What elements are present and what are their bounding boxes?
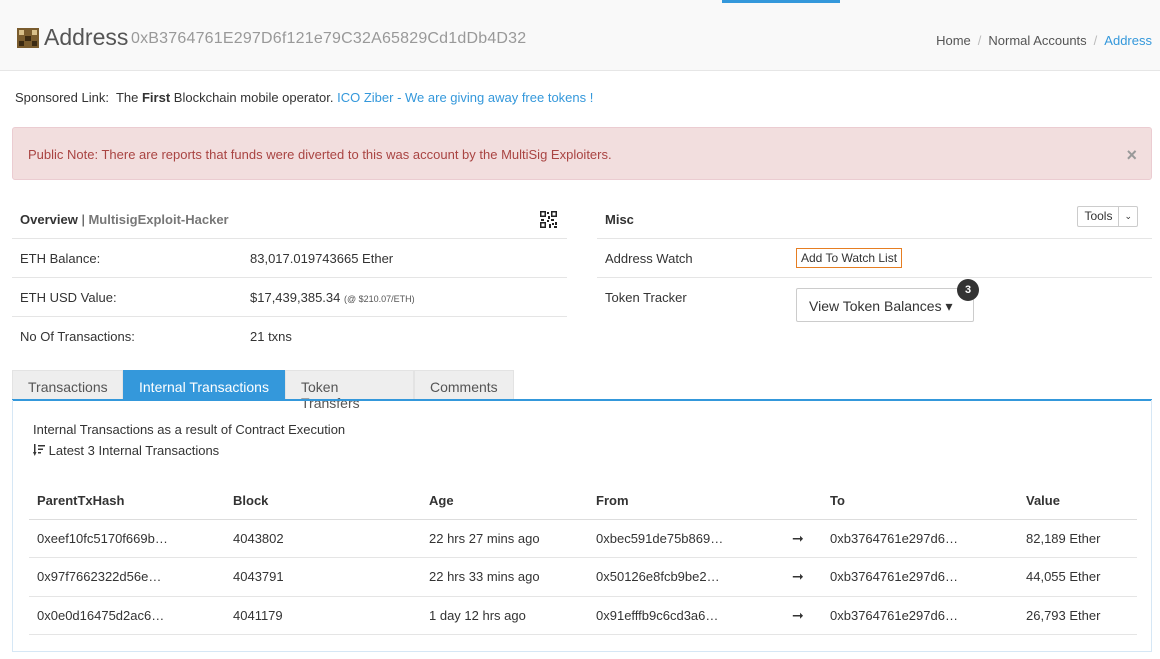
eth-balance-label: ETH Balance: [20, 251, 101, 266]
breadcrumb-address[interactable]: Address [1104, 33, 1152, 48]
sponsor-ad-link[interactable]: ICO Ziber - We are giving away free toke… [337, 90, 593, 105]
view-token-balances-button[interactable]: View Token Balances ▾ [796, 288, 974, 322]
add-to-watch-list-button[interactable]: Add To Watch List [796, 248, 903, 268]
latest-internal-tx: Latest 3 Internal Transactions [33, 443, 219, 458]
address-watch-row: Address Watch Add To Watch List [597, 239, 1152, 278]
latest-internal-tx-text: Latest 3 Internal Transactions [48, 443, 220, 458]
col-from: From [588, 482, 784, 520]
address-watch-label: Address Watch [605, 251, 693, 266]
block-link[interactable]: 4043802 [225, 519, 421, 558]
address-hash: 0xB3764761E297D6f121e79C32A65829Cd1dDb4D… [131, 30, 527, 47]
parent-tx-hash-link[interactable]: 0xeef10fc5170f669b… [29, 519, 225, 558]
overview-title: Overview [20, 212, 78, 227]
col-parent-tx-hash: ParentTxHash [29, 482, 225, 520]
block-link[interactable]: 4043791 [225, 557, 421, 597]
age-cell: 22 hrs 33 mins ago [421, 557, 588, 597]
tools-dropdown[interactable]: Tools ⌄ [1077, 206, 1138, 227]
arrow-right-icon: ➞ [784, 596, 822, 635]
breadcrumb: Home / Normal Accounts / Address [936, 33, 1152, 48]
close-icon[interactable]: × [1126, 146, 1137, 164]
breadcrumb-normal-accounts[interactable]: Normal Accounts [988, 33, 1086, 48]
tab-token-transfers[interactable]: Token Transfers [285, 370, 414, 411]
page-header: Address 0xB3764761E297D6f121e79C32A65829… [0, 0, 1160, 71]
qr-code-icon[interactable] [540, 211, 557, 228]
to-address-cell: 0xb3764761e297d6… [822, 557, 1018, 597]
sponsor-text-bold: First [141, 90, 171, 105]
misc-panel: Misc Tools ⌄ Address Watch Add To Watch … [597, 200, 1152, 322]
age-cell: 1 day 12 hrs ago [421, 596, 588, 635]
tx-count-row: No Of Transactions: 21 txns [12, 317, 567, 356]
sponsored-link: Sponsored Link: The First Blockchain mob… [15, 90, 593, 105]
parent-tx-hash-link[interactable]: 0x0e0d16475d2ac6… [29, 596, 225, 635]
address-identicon-icon [17, 28, 39, 48]
from-address-link[interactable]: 0x50126e8fcb9be2… [588, 557, 784, 597]
arrow-right-icon: ➞ [784, 519, 822, 558]
col-age: Age [421, 482, 588, 520]
to-address-cell: 0xb3764761e297d6… [822, 519, 1018, 558]
tx-count-value: 21 txns [250, 329, 292, 344]
token-count-badge: 3 [957, 279, 979, 301]
value-cell: 82,189 Ether [1018, 519, 1137, 558]
token-tracker-label: Token Tracker [605, 290, 687, 305]
tools-label: Tools [1084, 209, 1113, 223]
nav-active-indicator [722, 0, 840, 3]
arrow-right-icon: ➞ [784, 557, 822, 597]
table-row: 0xeef10fc5170f669b… 4043802 22 hrs 27 mi… [29, 519, 1137, 558]
eth-usd-value: $17,439,385.34 [250, 290, 341, 305]
col-value: Value [1018, 482, 1137, 520]
parent-tx-hash-link[interactable]: 0x97f7662322d56e… [29, 557, 225, 597]
table-row: 0x0e0d16475d2ac6… 4041179 1 day 12 hrs a… [29, 596, 1137, 635]
eth-price-note: (@ $210.07/ETH) [344, 294, 415, 304]
eth-balance-row: ETH Balance: 83,017.019743665 Ether [12, 239, 567, 278]
eth-balance-value: 83,017.019743665 Ether [250, 251, 394, 266]
tab-transactions[interactable]: Transactions [12, 370, 123, 400]
sponsor-text-post: Blockchain mobile operator. [173, 90, 334, 105]
internal-tx-description: Internal Transactions as a result of Con… [33, 422, 346, 437]
eth-usd-label: ETH USD Value: [20, 290, 117, 305]
tab-comments[interactable]: Comments [414, 370, 514, 400]
chevron-down-icon: ⌄ [1118, 207, 1137, 226]
overview-separator: | [81, 212, 85, 227]
table-row: 0x97f7662322d56e… 4043791 22 hrs 33 mins… [29, 557, 1137, 597]
from-address-link[interactable]: 0x91efffb9c6cd3a6… [588, 596, 784, 635]
tab-internal-transactions[interactable]: Internal Transactions [123, 370, 285, 400]
sort-icon [33, 444, 45, 456]
misc-title: Misc [605, 212, 634, 227]
age-cell: 22 hrs 27 mins ago [421, 519, 588, 558]
col-direction [784, 482, 822, 520]
page-title: Address [44, 24, 129, 50]
sponsor-text-pre: The [115, 90, 139, 105]
alert-text: Public Note: There are reports that fund… [28, 147, 612, 162]
from-address-link[interactable]: 0xbec591de75b869… [588, 519, 784, 558]
breadcrumb-home[interactable]: Home [936, 33, 971, 48]
block-link[interactable]: 4041179 [225, 596, 421, 635]
overview-panel: Overview | MultisigExploit-Hacker ETH Ba… [12, 200, 567, 356]
overview-header: Overview | MultisigExploit-Hacker [12, 200, 567, 239]
internal-transactions-pane: Internal Transactions as a result of Con… [12, 400, 1152, 652]
col-to: To [822, 482, 1018, 520]
tx-count-label: No Of Transactions: [20, 329, 135, 344]
sponsor-label: Sponsored Link: [15, 90, 109, 105]
table-header-row: ParentTxHash Block Age From To Value [29, 482, 1137, 520]
internal-transactions-table: ParentTxHash Block Age From To Value 0xe… [29, 482, 1137, 635]
eth-usd-row: ETH USD Value: $17,439,385.34 (@ $210.07… [12, 278, 567, 317]
value-cell: 26,793 Ether [1018, 596, 1137, 635]
to-address-cell: 0xb3764761e297d6… [822, 596, 1018, 635]
value-cell: 44,055 Ether [1018, 557, 1137, 597]
misc-header: Misc Tools ⌄ [597, 200, 1152, 239]
public-note-alert: Public Note: There are reports that fund… [12, 127, 1152, 180]
overview-tag: MultisigExploit-Hacker [88, 212, 229, 227]
col-block: Block [225, 482, 421, 520]
